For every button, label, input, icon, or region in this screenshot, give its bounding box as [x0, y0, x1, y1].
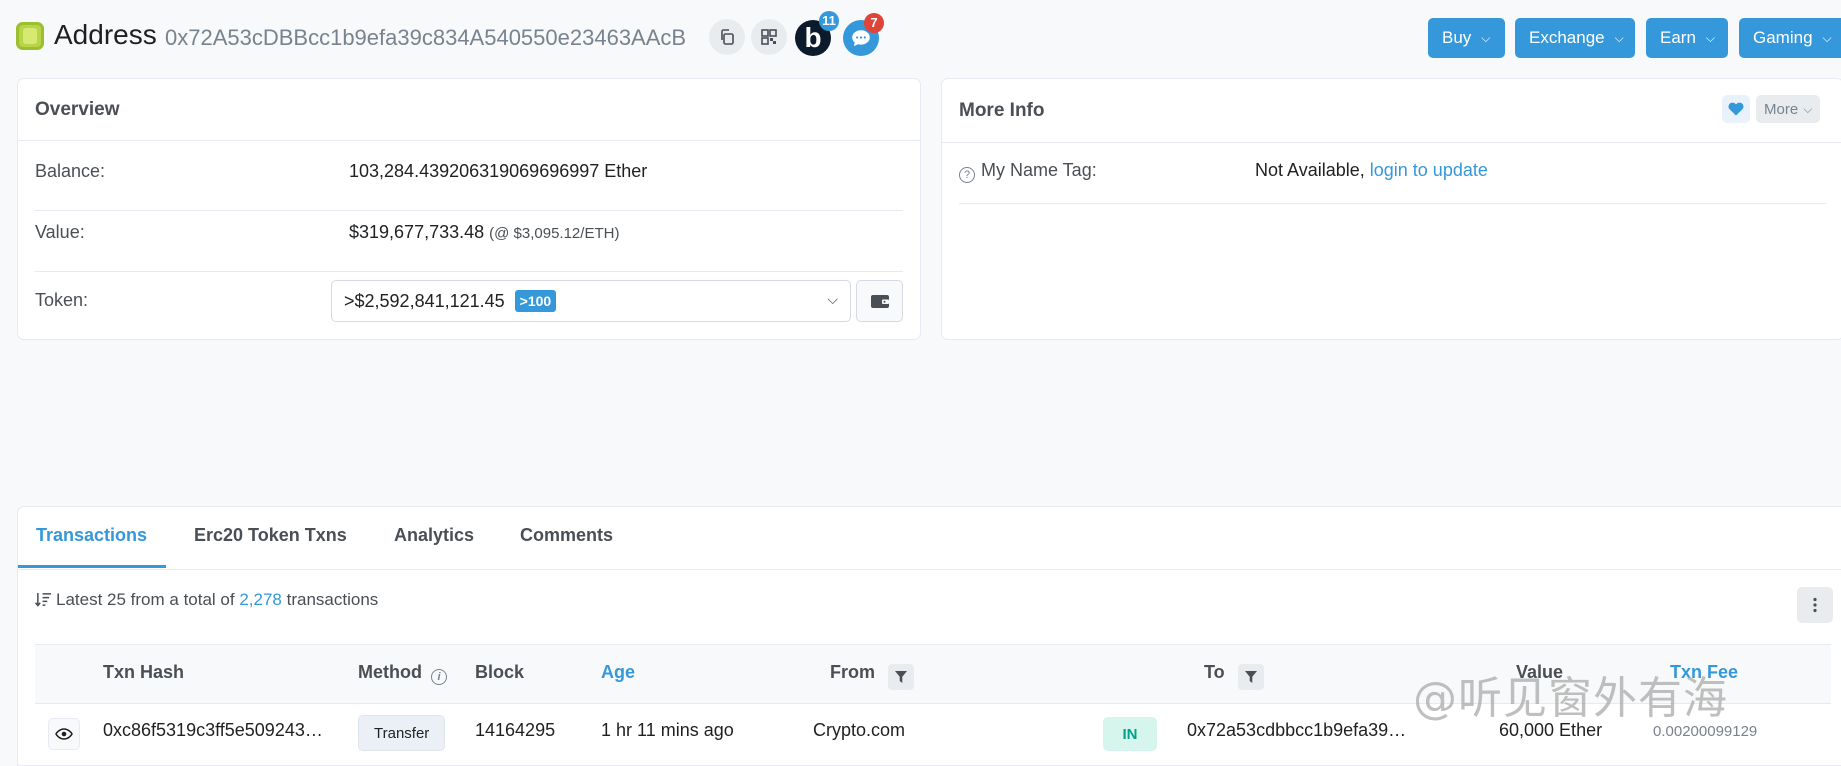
column-from: From — [830, 662, 875, 682]
exchange-menu-label: Exchange — [1529, 28, 1605, 47]
page-title: Address — [54, 19, 157, 50]
column-to: To — [1204, 662, 1225, 682]
qr-code-button[interactable] — [751, 19, 787, 55]
from-filter-button[interactable] — [888, 664, 915, 690]
chevron-down-icon: ⌵ — [1481, 30, 1491, 45]
balance-label: Balance: — [35, 161, 106, 181]
page-header: Address 0x72A53cDBBcc1b9efa39c834A540550… — [0, 0, 1841, 76]
chevron-down-icon: ⌵ — [1822, 30, 1832, 45]
column-block: Block — [475, 662, 525, 682]
vertical-ellipsis-icon — [1813, 597, 1817, 613]
blockscan-notification-count: 11 — [819, 11, 839, 31]
tab-comments[interactable]: Comments — [520, 525, 613, 546]
buy-menu-label: Buy — [1442, 28, 1472, 47]
token-holdings-view-button[interactable] — [856, 280, 903, 322]
more-info-card: More Info ? My Name Tag: Not Available, l… — [941, 78, 1841, 340]
exchange-menu-button[interactable]: Exchange ⌵ — [1515, 18, 1635, 58]
column-to-group: To — [1204, 662, 1264, 690]
heart-icon — [1728, 102, 1744, 116]
earn-menu-label: Earn — [1660, 28, 1696, 47]
name-tag-row: ? My Name Tag: Not Available, login to up… — [959, 142, 1826, 204]
filter-icon — [895, 671, 908, 683]
token-count-badge: >100 — [514, 290, 557, 312]
summary-prefix: Latest 25 from a total of — [56, 590, 235, 609]
blockscan-logo-icon: b — [804, 22, 822, 53]
chevron-down-icon: ⌵ — [1614, 30, 1624, 45]
method-badge: Transfer — [358, 715, 446, 751]
eye-icon — [55, 728, 73, 740]
to-address: 0x72a53cdbbcc1b9efa39… — [1187, 720, 1407, 740]
more-info-title: More Info — [942, 79, 1841, 143]
token-holdings-dropdown[interactable]: >$2,592,841,121.45 >100 ⌵ — [331, 280, 851, 322]
view-transaction-details-button[interactable] — [48, 718, 80, 750]
filter-icon — [1244, 671, 1257, 683]
value-amount: $319,677,733.48 — [349, 222, 485, 242]
txn-hash-link[interactable]: 0xc86f5319c3ff5e509243… — [103, 720, 323, 741]
transactions-options-button[interactable] — [1797, 587, 1833, 623]
tab-erc20-token-txns[interactable]: Erc20 Token Txns — [194, 525, 347, 546]
chevron-down-icon: ⌵ — [1705, 30, 1716, 45]
block-number-link[interactable]: 14164295 — [475, 720, 555, 741]
copy-icon — [721, 29, 734, 45]
address-hash: 0x72A53cDBBcc1b9efa39c834A540550e23463AA… — [165, 25, 687, 50]
eth-price-rate: (@ $3,095.12/ETH) — [489, 225, 620, 242]
wallet-icon — [870, 295, 889, 308]
active-tab-indicator — [18, 565, 166, 568]
overview-title: Overview — [18, 79, 920, 141]
add-to-watchlist-button[interactable] — [1722, 95, 1750, 123]
direction-in-badge: IN — [1103, 717, 1157, 751]
sort-descending-icon — [34, 592, 51, 607]
tab-analytics[interactable]: Analytics — [394, 525, 474, 546]
more-dropdown-button[interactable]: More ⌵ — [1756, 95, 1821, 123]
qr-code-icon — [761, 29, 777, 45]
column-from-group: From — [830, 662, 915, 690]
column-txn-hash: Txn Hash — [103, 662, 185, 682]
chat-notification-count: 7 — [864, 13, 884, 33]
watermark-text: @听见窗外有海 — [1413, 673, 1728, 724]
transactions-summary: Latest 25 from a total of 2,278 transact… — [34, 590, 379, 610]
transactions-tabs: Transactions Erc20 Token Txns Analytics … — [18, 507, 1841, 570]
txn-age: 1 hr 11 mins ago — [601, 720, 734, 740]
earn-menu-button[interactable]: Earn ⌵ — [1646, 18, 1728, 58]
login-to-update-link[interactable]: login to update — [1370, 160, 1488, 180]
summary-suffix: transactions — [286, 590, 379, 609]
transactions-card: Transactions Erc20 Token Txns Analytics … — [17, 506, 1841, 766]
name-tag-label-group: ? My Name Tag: — [959, 160, 1097, 183]
token-holdings-value: >$2,592,841,121.45 — [344, 290, 505, 311]
tab-transactions[interactable]: Transactions — [36, 525, 147, 546]
balance-row: Balance: 103,284.439206319069696997 Ethe… — [35, 150, 903, 211]
total-transactions-link[interactable]: 2,278 — [239, 590, 282, 609]
gaming-menu-button[interactable]: Gaming ⌵ — [1739, 18, 1841, 58]
buy-menu-button[interactable]: Buy ⌵ — [1428, 18, 1505, 58]
name-tag-value: Not Available, — [1255, 160, 1365, 180]
chevron-down-icon: ⌵ — [1803, 101, 1813, 116]
chevron-down-icon: ⌵ — [827, 291, 838, 307]
to-filter-button[interactable] — [1237, 664, 1264, 690]
gaming-menu-label: Gaming — [1753, 28, 1813, 47]
column-method: Method — [358, 662, 422, 682]
balance-value: 103,284.439206319069696997 Ether — [349, 161, 648, 181]
more-dropdown-label: More — [1764, 100, 1799, 118]
copy-address-button[interactable] — [709, 19, 745, 55]
question-circle-icon[interactable]: ? — [959, 167, 975, 183]
column-method-group: Method i — [358, 662, 453, 685]
value-amount-group: $319,677,733.48 (@ $3,095.12/ETH) — [349, 222, 619, 243]
value-label: Value: — [35, 222, 85, 242]
name-tag-label: My Name Tag: — [981, 160, 1097, 180]
from-address-link[interactable]: Crypto.com — [813, 720, 905, 741]
address-avatar-icon — [16, 22, 44, 50]
method-info-icon[interactable]: i — [431, 669, 447, 685]
value-row: Value: $319,677,733.48 (@ $3,095.12/ETH) — [35, 210, 903, 272]
column-age[interactable]: Age — [601, 662, 635, 683]
token-label: Token: — [35, 290, 89, 310]
name-tag-value-group: Not Available, login to update — [1255, 160, 1488, 181]
